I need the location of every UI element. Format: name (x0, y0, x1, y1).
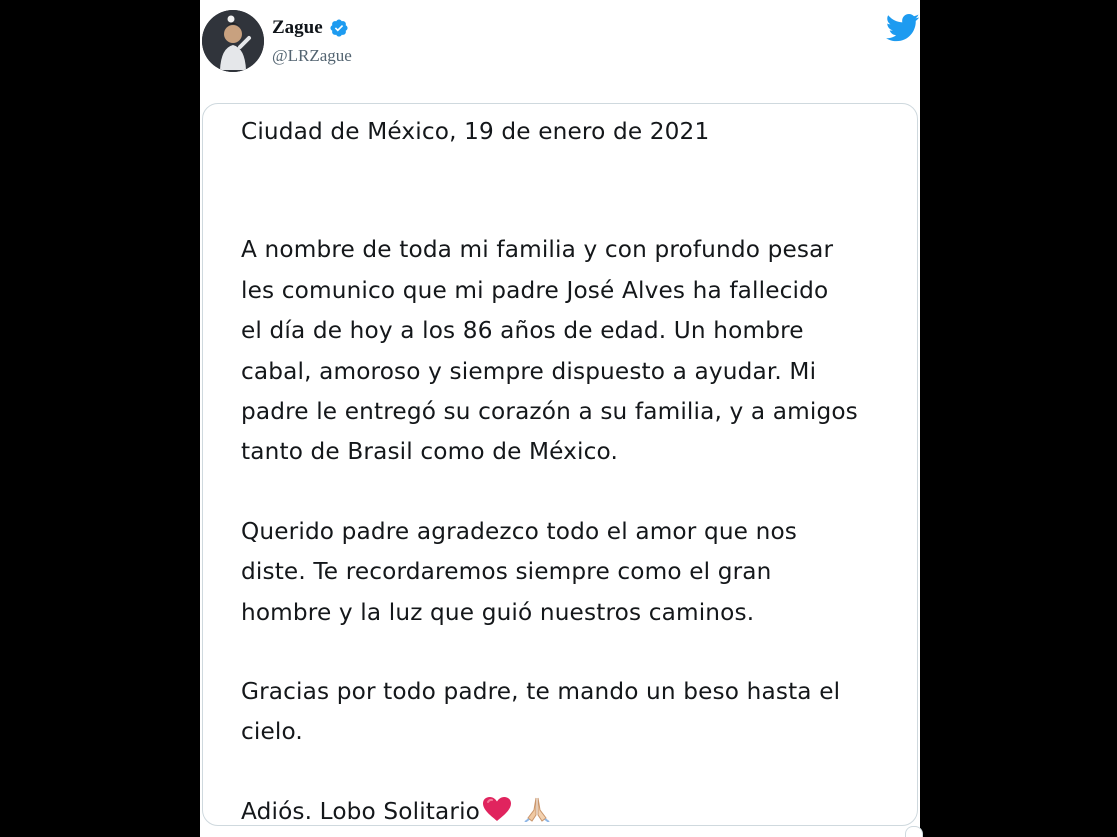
scrollbar-corner (905, 826, 923, 837)
twitter-bird-icon[interactable] (885, 13, 920, 43)
author-name-row[interactable]: Zague (272, 17, 349, 39)
letter-closing-row: Adiós. Lobo Solitario (241, 792, 901, 832)
letter-line: hombre y la luz que guió nuestros camino… (241, 598, 755, 626)
letter-closing: Adiós. Lobo Solitario (241, 797, 480, 825)
profile-photo-icon (202, 10, 264, 72)
avatar[interactable] (202, 10, 264, 72)
letter-line: diste. Te recordaremos siempre como el g… (241, 558, 772, 586)
screenshot-stage: Zague @LRZague Ciudad de México, 19 de e… (0, 0, 1117, 837)
letter-line: tanto de Brasil como de México. (241, 438, 618, 466)
letter-line: cielo. (241, 718, 303, 746)
letter-line: cabal, amoroso y siempre dispuesto a ayu… (241, 357, 817, 385)
folded-hands-icon (522, 795, 552, 835)
letter-line: A nombre de toda mi familia y con profun… (241, 236, 834, 264)
author-name[interactable]: Zague (272, 17, 323, 39)
letter-body: Ciudad de México, 19 de enero de 2021 A … (241, 112, 901, 832)
letter-line: el día de hoy a los 86 años de edad. Un … (241, 317, 804, 345)
author-handle[interactable]: @LRZague (272, 46, 352, 66)
verified-badge-icon (329, 18, 349, 38)
letter-date-line: Ciudad de México, 19 de enero de 2021 (241, 118, 710, 145)
letter-line: padre le entregó su corazón a su familia… (241, 397, 858, 425)
red-heart-icon (482, 795, 512, 835)
letter-line: Gracias por todo padre, te mando un beso… (241, 677, 841, 705)
letter-line: les comunico que mi padre José Alves ha … (241, 276, 829, 304)
letter-line: Querido padre agradezco todo el amor que… (241, 517, 798, 545)
